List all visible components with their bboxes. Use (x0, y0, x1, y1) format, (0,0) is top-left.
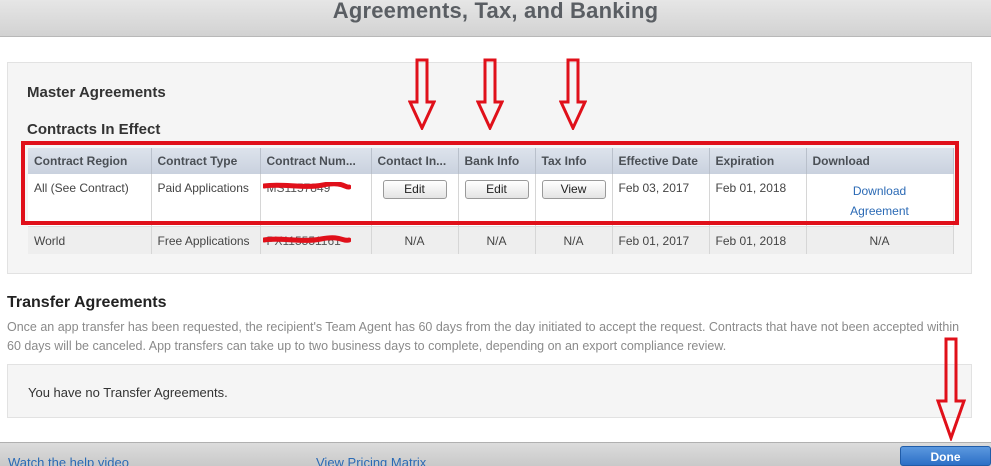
col-effective-date[interactable]: Effective Date (612, 148, 710, 174)
contracts-table: Contract Region Contract Type Contract N… (28, 148, 954, 254)
cell-contact: N/A (371, 225, 459, 254)
tax-view-button[interactable]: View (541, 180, 606, 199)
cell-contact: Edit (371, 174, 459, 226)
download-agreement-link[interactable]: Download Agreement (850, 184, 909, 218)
redacted-contract-number: PX115551161 (262, 234, 351, 248)
redaction-scribble (262, 234, 351, 243)
col-contract-type[interactable]: Contract Type (151, 148, 261, 174)
table-row: All (See Contract) Paid Applications MS1… (28, 174, 954, 226)
watch-help-video-link[interactable]: Watch the help video (8, 455, 129, 466)
cell-number: MS1157849 (260, 174, 372, 226)
transfer-agreements-description: Once an app transfer has been requested,… (7, 320, 960, 353)
transfer-agreements-title: Transfer Agreements (7, 294, 167, 311)
cell-region: World (28, 225, 152, 254)
col-bank-info[interactable]: Bank Info (458, 148, 536, 174)
col-expiration[interactable]: Expiration (709, 148, 807, 174)
master-agreements-title: Master Agreements (27, 84, 166, 101)
col-contract-region[interactable]: Contract Region (28, 148, 152, 174)
cell-tax: View (535, 174, 613, 226)
page-header: Agreements, Tax, and Banking (0, 0, 991, 37)
cell-bank: Edit (458, 174, 536, 226)
done-button[interactable]: Done (900, 446, 991, 466)
contracts-in-effect-title: Contracts In Effect (27, 121, 161, 138)
cell-effective: Feb 03, 2017 (612, 174, 710, 226)
col-download[interactable]: Download (806, 148, 954, 174)
col-contact-info[interactable]: Contact In... (371, 148, 459, 174)
cell-download: N/A (806, 225, 954, 254)
cell-region: All (See Contract) (28, 174, 152, 226)
table-row: World Free Applications PX115551161 N/A … (28, 225, 954, 254)
down-arrow-icon (408, 58, 436, 130)
cell-tax: N/A (535, 225, 613, 254)
cell-download: Download Agreement (806, 174, 954, 226)
view-pricing-matrix-link[interactable]: View Pricing Matrix (316, 455, 426, 466)
redacted-contract-number: MS1157849 (262, 181, 351, 195)
footer-bar: Watch the help video View Pricing Matrix (0, 442, 991, 466)
col-tax-info[interactable]: Tax Info (535, 148, 613, 174)
cell-type: Free Applications (151, 225, 261, 254)
cell-type: Paid Applications (151, 174, 261, 226)
no-transfer-agreements-message: You have no Transfer Agreements. (28, 385, 228, 400)
redaction-scribble (262, 182, 351, 190)
bank-edit-button[interactable]: Edit (464, 180, 529, 199)
cell-number: PX115551161 (260, 225, 372, 254)
table-header-row: Contract Region Contract Type Contract N… (28, 148, 954, 174)
down-arrow-icon (476, 58, 504, 130)
cell-bank: N/A (458, 225, 536, 254)
transfer-agreements-panel: You have no Transfer Agreements. (7, 364, 972, 418)
cell-effective: Feb 01, 2017 (612, 225, 710, 254)
down-arrow-icon (559, 58, 587, 130)
cell-expiration: Feb 01, 2018 (709, 174, 807, 226)
col-contract-number[interactable]: Contract Num... (260, 148, 372, 174)
contact-edit-button[interactable]: Edit (382, 180, 447, 199)
down-arrow-icon (936, 337, 966, 441)
cell-expiration: Feb 01, 2018 (709, 225, 807, 254)
page-title: Agreements, Tax, and Banking (332, 0, 659, 23)
